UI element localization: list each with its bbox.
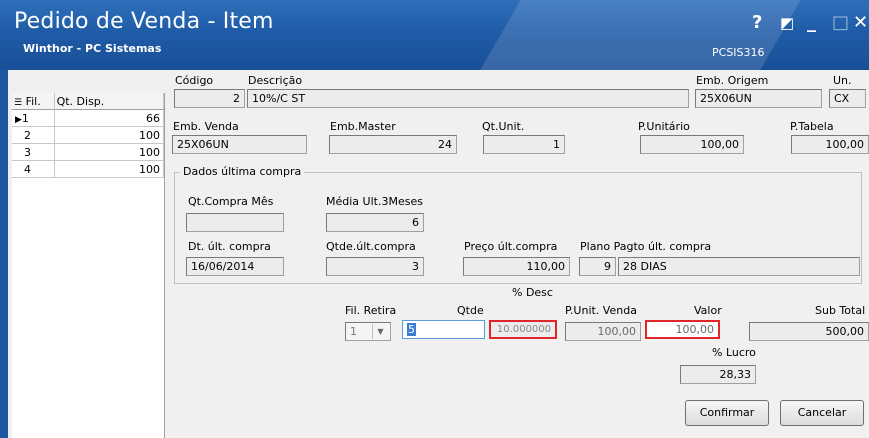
row-pointer-icon: ▶ <box>15 114 22 125</box>
qt-compra-mes-label: Qt.Compra Mês <box>188 195 274 208</box>
grid-cell-fil[interactable]: 3 <box>12 143 55 161</box>
title-bar: Pedido de Venda - Item Winthor - PC Sist… <box>0 0 869 70</box>
table-row[interactable]: 4 100 <box>12 160 165 178</box>
preco-ult-compra-field[interactable]: 110,00 <box>463 257 570 276</box>
fil-retira-value: 1 <box>350 325 357 338</box>
grid-header-qt-disp[interactable]: Qt. Disp. <box>54 93 165 110</box>
emb-origem-field[interactable]: 25X06UN <box>695 89 822 108</box>
lucro-label: % Lucro <box>712 346 756 359</box>
un-field[interactable]: CX <box>829 89 866 108</box>
cancelar-button[interactable]: Cancelar <box>780 400 864 426</box>
codigo-field[interactable]: 2 <box>174 89 245 108</box>
close-icon[interactable]: ✕ <box>853 12 868 33</box>
emb-master-field[interactable]: 24 <box>329 135 457 154</box>
p-tabela-field[interactable]: 100,00 <box>791 135 869 154</box>
last-purchase-title: Dados última compra <box>180 165 305 178</box>
qt-compra-mes-field[interactable] <box>186 213 284 232</box>
p-unit-venda-label: P.Unit. Venda <box>565 304 637 317</box>
grid-cell-fil[interactable]: 4 <box>12 160 55 178</box>
p-tabela-label: P.Tabela <box>790 120 834 133</box>
chevron-down-icon[interactable]: ▼ <box>372 324 388 339</box>
grid-cell-qt[interactable]: 100 <box>54 126 165 144</box>
emb-venda-label: Emb. Venda <box>173 120 239 133</box>
screen-code: PCSIS316 <box>712 46 765 59</box>
qtde-input[interactable]: 5 <box>402 320 485 339</box>
media-ult-3meses-label: Média Ult.3Meses <box>326 195 423 208</box>
sub-total-field[interactable]: 500,00 <box>749 322 869 341</box>
emb-venda-field[interactable]: 25X06UN <box>172 135 307 154</box>
title-bar-gloss <box>474 0 824 70</box>
plano-pagto-descricao-field[interactable]: 28 DIAS <box>618 257 860 276</box>
emb-master-label: Emb.Master <box>330 120 396 133</box>
window-subtitle: Winthor - PC Sistemas <box>23 42 162 55</box>
stock-grid[interactable]: ☰ Fil. Qt. Disp. ▶1 66 2 100 3 100 4 100 <box>12 93 165 438</box>
fil-retira-select[interactable]: 1 ▼ <box>345 322 391 341</box>
qt-unit-field[interactable]: 1 <box>483 135 565 154</box>
p-unitario-label: P.Unitário <box>638 120 690 133</box>
table-row[interactable]: ▶1 66 <box>12 109 165 127</box>
media-ult-3meses-field[interactable]: 6 <box>326 213 424 232</box>
p-unitario-field[interactable]: 100,00 <box>640 135 744 154</box>
restore-icon[interactable]: ◩ <box>780 14 794 32</box>
grid-header-fil[interactable]: ☰ Fil. <box>12 93 55 110</box>
window-left-border <box>0 70 8 438</box>
grid-cell-qt[interactable]: 100 <box>54 143 165 161</box>
desc-field[interactable]: 10.000000 <box>489 320 557 339</box>
plano-pagto-label: Plano Pagto últ. compra <box>580 240 712 253</box>
descricao-label: Descrição <box>248 74 303 87</box>
emb-origem-label: Emb. Origem <box>696 74 769 87</box>
descricao-field[interactable]: 10%/C ST <box>247 89 689 108</box>
qtde-value: 5 <box>407 323 416 336</box>
plano-pagto-codigo-field[interactable]: 9 <box>579 257 616 276</box>
grid-cell-qt[interactable]: 66 <box>54 109 165 127</box>
qtde-label: Qtde <box>457 304 484 317</box>
grid-menu-icon[interactable]: ☰ <box>14 98 22 108</box>
fil-retira-label: Fil. Retira <box>345 304 397 317</box>
dt-ult-compra-label: Dt. últ. compra <box>188 240 271 253</box>
qt-unit-label: Qt.Unit. <box>482 120 525 133</box>
p-unit-venda-field[interactable]: 100,00 <box>565 322 641 341</box>
table-row[interactable]: 2 100 <box>12 126 165 144</box>
un-label: Un. <box>833 74 852 87</box>
preco-ult-compra-label: Preço últ.compra <box>464 240 558 253</box>
sub-total-label: Sub Total <box>815 304 866 317</box>
grid-cell-fil[interactable]: ▶1 <box>12 109 55 127</box>
help-icon[interactable]: ? <box>752 12 762 33</box>
confirmar-button[interactable]: Confirmar <box>685 400 769 426</box>
table-row[interactable]: 3 100 <box>12 143 165 161</box>
minimize-icon[interactable]: _ <box>807 12 816 33</box>
valor-field[interactable]: 100,00 <box>645 320 720 339</box>
desc-label: % Desc <box>512 286 553 299</box>
qtde-ult-compra-label: Qtde.últ.compra <box>326 240 416 253</box>
window-title: Pedido de Venda - Item <box>14 9 274 34</box>
grid-cell-fil[interactable]: 2 <box>12 126 55 144</box>
valor-label: Valor <box>694 304 722 317</box>
grid-cell-qt[interactable]: 100 <box>54 160 165 178</box>
lucro-field[interactable]: 28,33 <box>680 365 756 384</box>
dt-ult-compra-field[interactable]: 16/06/2014 <box>186 257 284 276</box>
qtde-ult-compra-field[interactable]: 3 <box>326 257 424 276</box>
codigo-label: Código <box>175 74 214 87</box>
maximize-icon[interactable]: □ <box>832 12 849 33</box>
